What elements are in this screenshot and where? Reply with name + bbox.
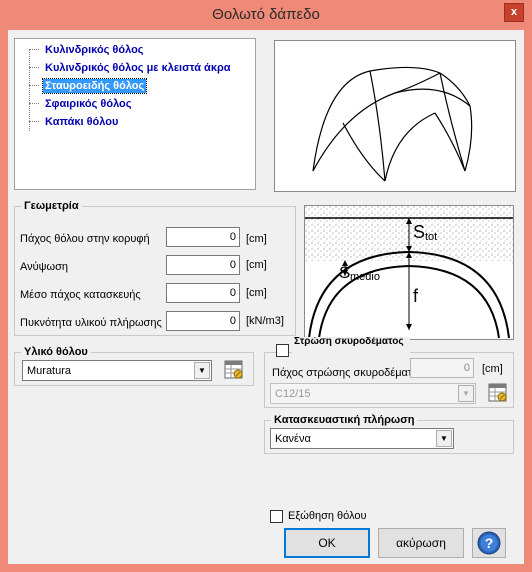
chevron-down-icon: ▼ [436, 430, 452, 447]
f-symbol: f [413, 286, 419, 306]
fill-density-unit: [kN/m3] [246, 315, 284, 327]
geometry-title: Γεωμετρία [21, 200, 82, 212]
tree-item-cap[interactable]: Καπάκι θόλου [29, 113, 120, 130]
fill-selected: Κανένα [275, 433, 311, 445]
fill-title: Κατασκευαστική πλήρωση [271, 414, 418, 426]
concrete-checkbox-label: Στρώση σκυροδέματος [292, 337, 410, 357]
fill-density-label: Πυκνότητα υλικού πλήρωσης [20, 317, 162, 329]
help-icon: ? [477, 531, 501, 555]
section-drawing: S tot S medio f [305, 206, 513, 339]
tree-item-cylindrical[interactable]: Κυλινδρικός θόλος [29, 41, 146, 58]
material-library-icon[interactable] [224, 360, 244, 380]
tree-item-label: Καπάκι θόλου [45, 115, 119, 128]
close-button[interactable]: x [504, 3, 524, 22]
concrete-checkbox[interactable] [276, 344, 289, 357]
s-tot-symbol: S [413, 222, 425, 242]
ok-button[interactable]: OK [284, 528, 370, 558]
s-medio-symbol: S [339, 263, 350, 282]
s-tot-subscript: tot [425, 231, 437, 243]
top-thickness-label: Πάχος θόλου στην κορυφή [20, 233, 150, 245]
tree-item-spherical[interactable]: Σφαιρικός θόλος [29, 95, 134, 112]
tree-item-label: Σφαιρικός θόλος [45, 97, 132, 110]
tree-item-cross[interactable]: Σταυροειδής θόλος [29, 77, 148, 94]
chevron-down-icon: ▼ [458, 385, 474, 402]
fill-select[interactable]: Κανένα ▼ [270, 428, 454, 449]
concrete-thickness-label: Πάχος στρώσης σκυροδέματ [272, 367, 413, 379]
top-thickness-unit: [cm] [246, 233, 267, 245]
fill-density-input[interactable]: 0 [166, 311, 240, 331]
s-medio-subscript: medio [350, 271, 380, 283]
tree-item-label: Κυλινδρικός θόλος [45, 43, 144, 56]
title-bar: Θολωτό δάπεδο x [0, 0, 532, 30]
rise-label: Ανύψωση [20, 261, 68, 273]
average-thickness-input[interactable]: 0 [166, 283, 240, 303]
vault-preview-image [274, 40, 516, 192]
tree-item-cylindrical-closed[interactable]: Κυλινδρικός θόλος με κλειστά άκρα [29, 59, 233, 76]
concrete-class-selected: C12/15 [275, 388, 311, 400]
tree-item-label: Σταυροειδής θόλος [41, 77, 148, 94]
material-title: Υλικό θόλου [21, 346, 91, 358]
vault-section-diagram: S tot S medio f [304, 205, 514, 340]
chevron-down-icon: ▼ [194, 362, 210, 379]
dialog-body: Κυλινδρικός θόλος Κυλινδρικός θόλος με κ… [8, 30, 524, 564]
thrust-label: Εξώθηση θόλου [288, 510, 367, 522]
rise-input[interactable]: 0 [166, 255, 240, 275]
window-title: Θολωτό δάπεδο [212, 6, 320, 23]
help-button[interactable]: ? [472, 528, 506, 558]
top-thickness-input[interactable]: 0 [166, 227, 240, 247]
tree-item-label: Κυλινδρικός θόλος με κλειστά άκρα [45, 61, 231, 74]
average-thickness-label: Μέσο πάχος κατασκευής [20, 289, 141, 301]
dialog-window: Θολωτό δάπεδο x Κυλινδρικός θόλος Κυλινδ… [0, 0, 532, 572]
cross-vault-drawing [312, 66, 473, 182]
concrete-thickness-unit: [cm] [482, 363, 503, 375]
rise-unit: [cm] [246, 259, 267, 271]
material-selected: Muratura [27, 365, 72, 377]
material-select[interactable]: Muratura ▼ [22, 360, 212, 381]
vault-type-tree: Κυλινδρικός θόλος Κυλινδρικός θόλος με κ… [14, 38, 256, 190]
concrete-class-select[interactable]: C12/15 ▼ [270, 383, 476, 404]
average-thickness-unit: [cm] [246, 287, 267, 299]
thrust-checkbox[interactable] [270, 510, 283, 523]
concrete-library-icon[interactable] [488, 383, 508, 403]
svg-text:?: ? [485, 535, 494, 551]
concrete-thickness-input[interactable]: 0 [410, 358, 474, 378]
cancel-button[interactable]: ακύρωση [378, 528, 464, 558]
